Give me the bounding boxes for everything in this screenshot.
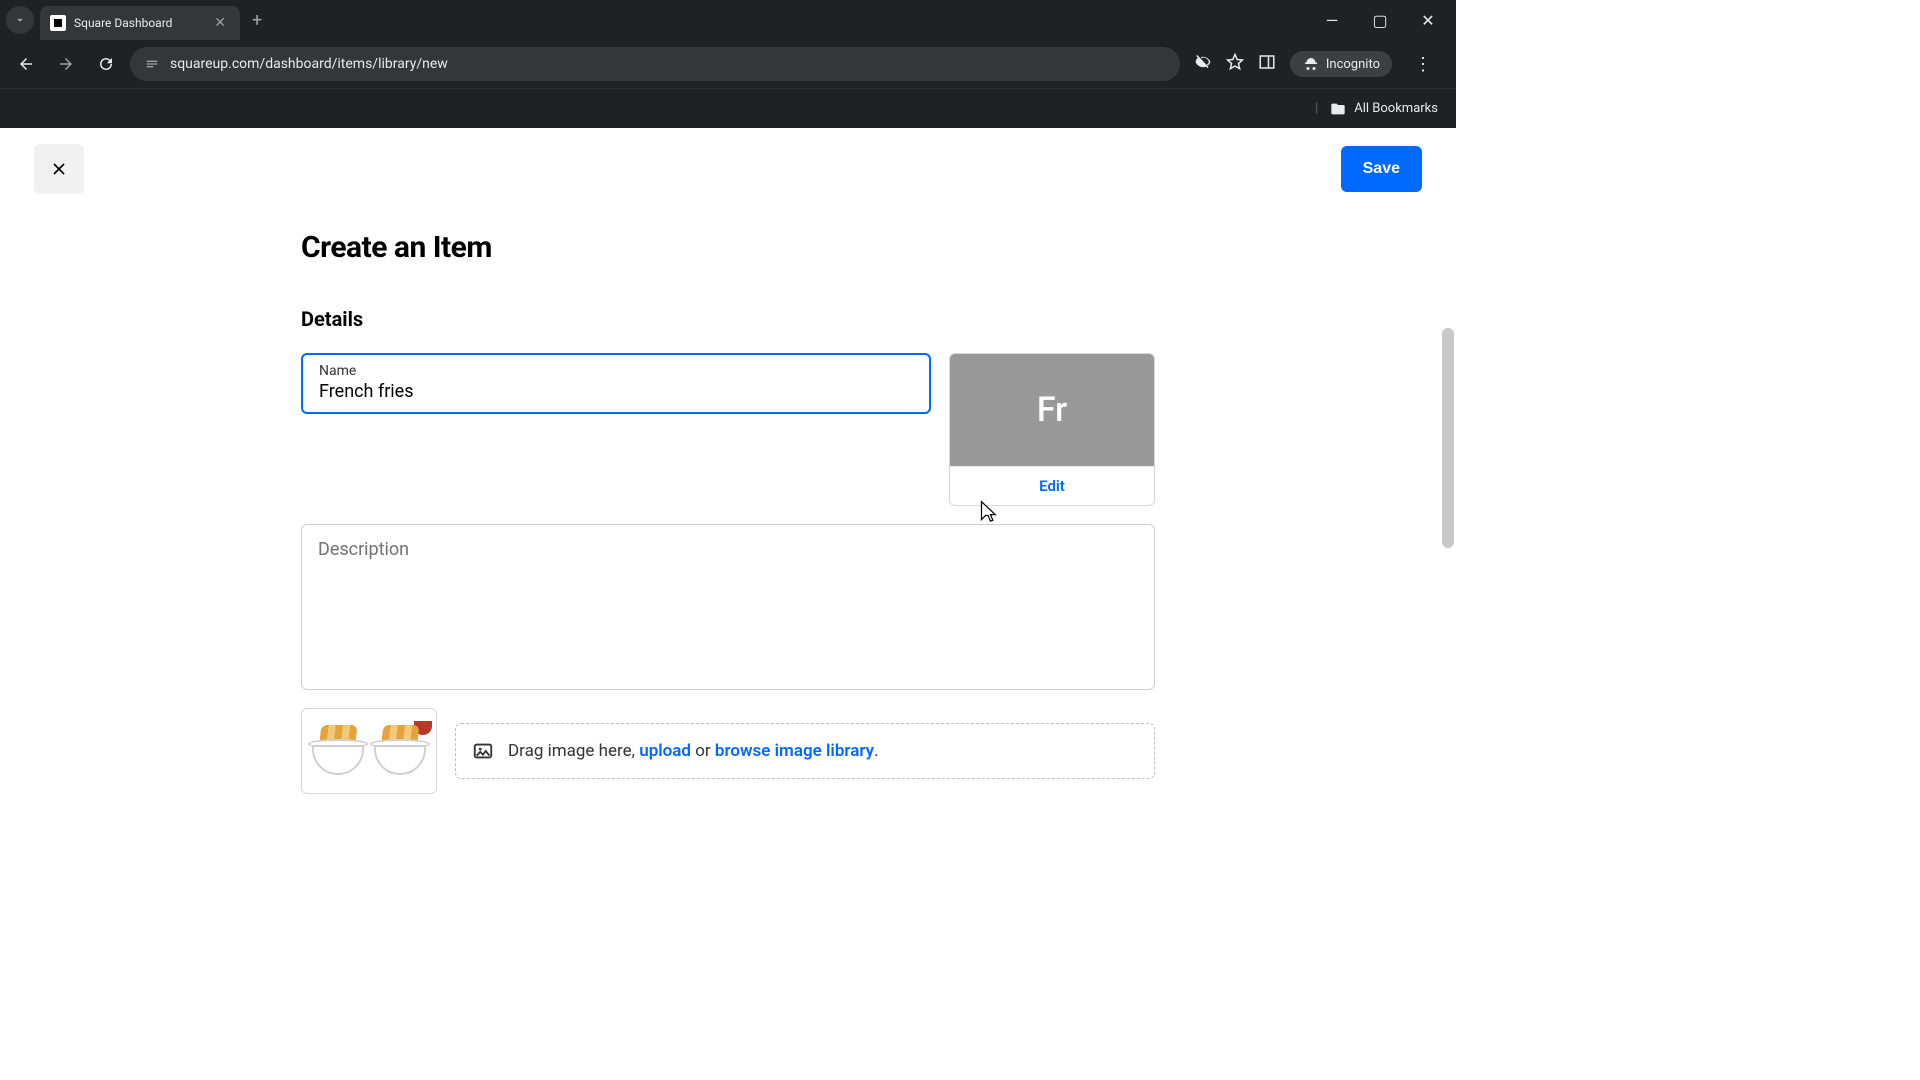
side-panel-icon[interactable] (1258, 53, 1276, 75)
browser-tab[interactable]: Square Dashboard ✕ (40, 6, 240, 40)
name-field[interactable]: Name (301, 353, 931, 414)
image-tile: Fr Edit (949, 353, 1155, 506)
name-row: Name Fr Edit (301, 353, 1155, 506)
image-icon (472, 740, 494, 762)
eye-off-icon[interactable] (1194, 53, 1212, 75)
upload-link[interactable]: upload (639, 741, 691, 761)
bookmarks-bar: | All Bookmarks (0, 88, 1456, 128)
browse-library-link[interactable]: browse image library (715, 741, 874, 761)
name-input[interactable] (319, 381, 913, 402)
window-minimize-button[interactable]: — (1320, 11, 1344, 30)
separator: | (1315, 101, 1318, 116)
image-edit-button[interactable]: Edit (950, 466, 1154, 505)
dropzone-text: Drag image here, upload or browse image … (508, 741, 879, 761)
folder-icon (1330, 101, 1346, 117)
all-bookmarks-button[interactable]: All Bookmarks (1354, 101, 1438, 116)
browser-menu-button[interactable]: ⋮ (1406, 54, 1440, 75)
tab-close-icon[interactable]: ✕ (210, 15, 230, 31)
nav-reload-button[interactable] (90, 48, 122, 80)
fries-illustration (370, 721, 430, 781)
window-controls: — ▢ ✕ (1320, 11, 1456, 30)
window-close-button[interactable]: ✕ (1416, 11, 1440, 30)
url-text: squareup.com/dashboard/items/library/new (170, 56, 448, 72)
page-title: Create an Item (301, 230, 1155, 265)
image-dropzone[interactable]: Drag image here, upload or browse image … (455, 723, 1155, 779)
dropzone-prefix: Drag image here, (508, 741, 639, 761)
description-field[interactable]: Description (301, 524, 1155, 690)
upload-row: Drag image here, upload or browse image … (301, 708, 1155, 794)
image-placeholder-text: Fr (1037, 390, 1067, 430)
address-bar[interactable]: squareup.com/dashboard/items/library/new (130, 47, 1180, 81)
image-thumbnail[interactable] (301, 708, 437, 794)
dropzone-suffix: . (874, 741, 878, 761)
nav-forward-button[interactable] (50, 48, 82, 80)
description-placeholder: Description (318, 539, 1138, 560)
incognito-label: Incognito (1326, 57, 1380, 72)
app-content: Save Create an Item Details Name Fr Edit… (0, 128, 1456, 1080)
address-bar-row: squareup.com/dashboard/items/library/new… (0, 40, 1456, 88)
incognito-indicator[interactable]: Incognito (1290, 51, 1392, 77)
browser-chrome: Square Dashboard ✕ + — ▢ ✕ squareup.com/… (0, 0, 1456, 128)
tab-favicon (50, 15, 66, 31)
dropzone-mid: or (691, 741, 715, 761)
tab-search-button[interactable] (6, 6, 34, 34)
tab-title: Square Dashboard (74, 16, 202, 30)
image-preview[interactable]: Fr (950, 354, 1154, 466)
toolbar-right: Incognito ⋮ (1188, 51, 1446, 77)
site-info-button[interactable] (144, 56, 160, 72)
fries-illustration (308, 721, 368, 781)
new-tab-button[interactable]: + (240, 10, 274, 31)
save-button[interactable]: Save (1341, 146, 1422, 192)
tab-strip: Square Dashboard ✕ + — ▢ ✕ (0, 0, 1456, 40)
form: Create an Item Details Name Fr Edit Desc… (301, 230, 1155, 794)
name-label: Name (319, 363, 913, 379)
details-section-title: Details (301, 307, 1155, 331)
window-maximize-button[interactable]: ▢ (1368, 11, 1392, 30)
modal-header: Save (0, 128, 1456, 194)
nav-back-button[interactable] (10, 48, 42, 80)
close-button[interactable] (34, 144, 84, 194)
star-icon[interactable] (1226, 53, 1244, 75)
scrollbar-thumb[interactable] (1442, 328, 1454, 548)
